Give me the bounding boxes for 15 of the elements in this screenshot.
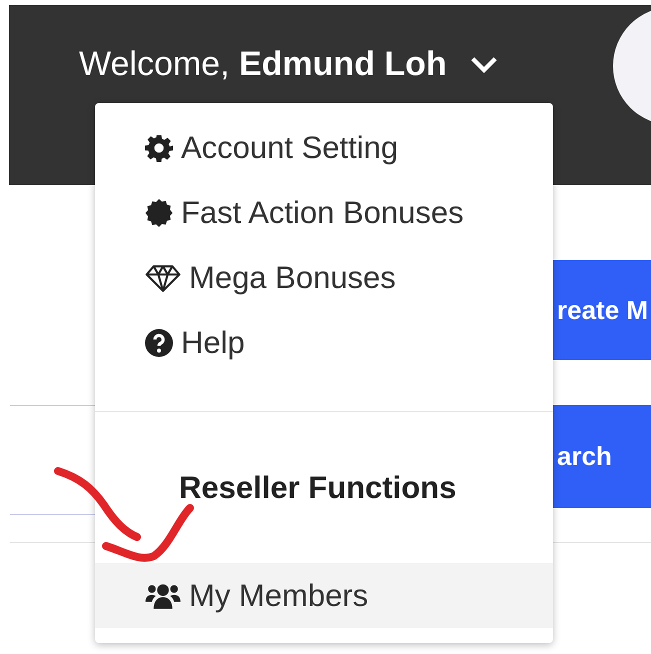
menu-item[interactable]: Help — [95, 310, 553, 375]
help-icon — [145, 328, 173, 356]
section-heading: Reseller Functions — [178, 470, 458, 506]
create-button[interactable]: reate M — [553, 260, 651, 360]
user-menu-button[interactable]: Welcome, Edmund Loh — [79, 45, 499, 84]
menu-item[interactable]: Fast Action Bonuses — [95, 180, 553, 245]
gear-icon — [145, 134, 173, 162]
menu-item[interactable]: Account Setting — [95, 115, 553, 180]
search-button[interactable]: arch — [553, 405, 651, 508]
users-icon — [145, 582, 181, 610]
menu-item[interactable]: Mega Bonuses — [95, 245, 553, 310]
menu-item[interactable]: My Members — [95, 563, 553, 628]
seal-icon — [145, 198, 173, 226]
diamond-icon — [145, 264, 181, 292]
chevron-down-icon — [468, 54, 499, 74]
